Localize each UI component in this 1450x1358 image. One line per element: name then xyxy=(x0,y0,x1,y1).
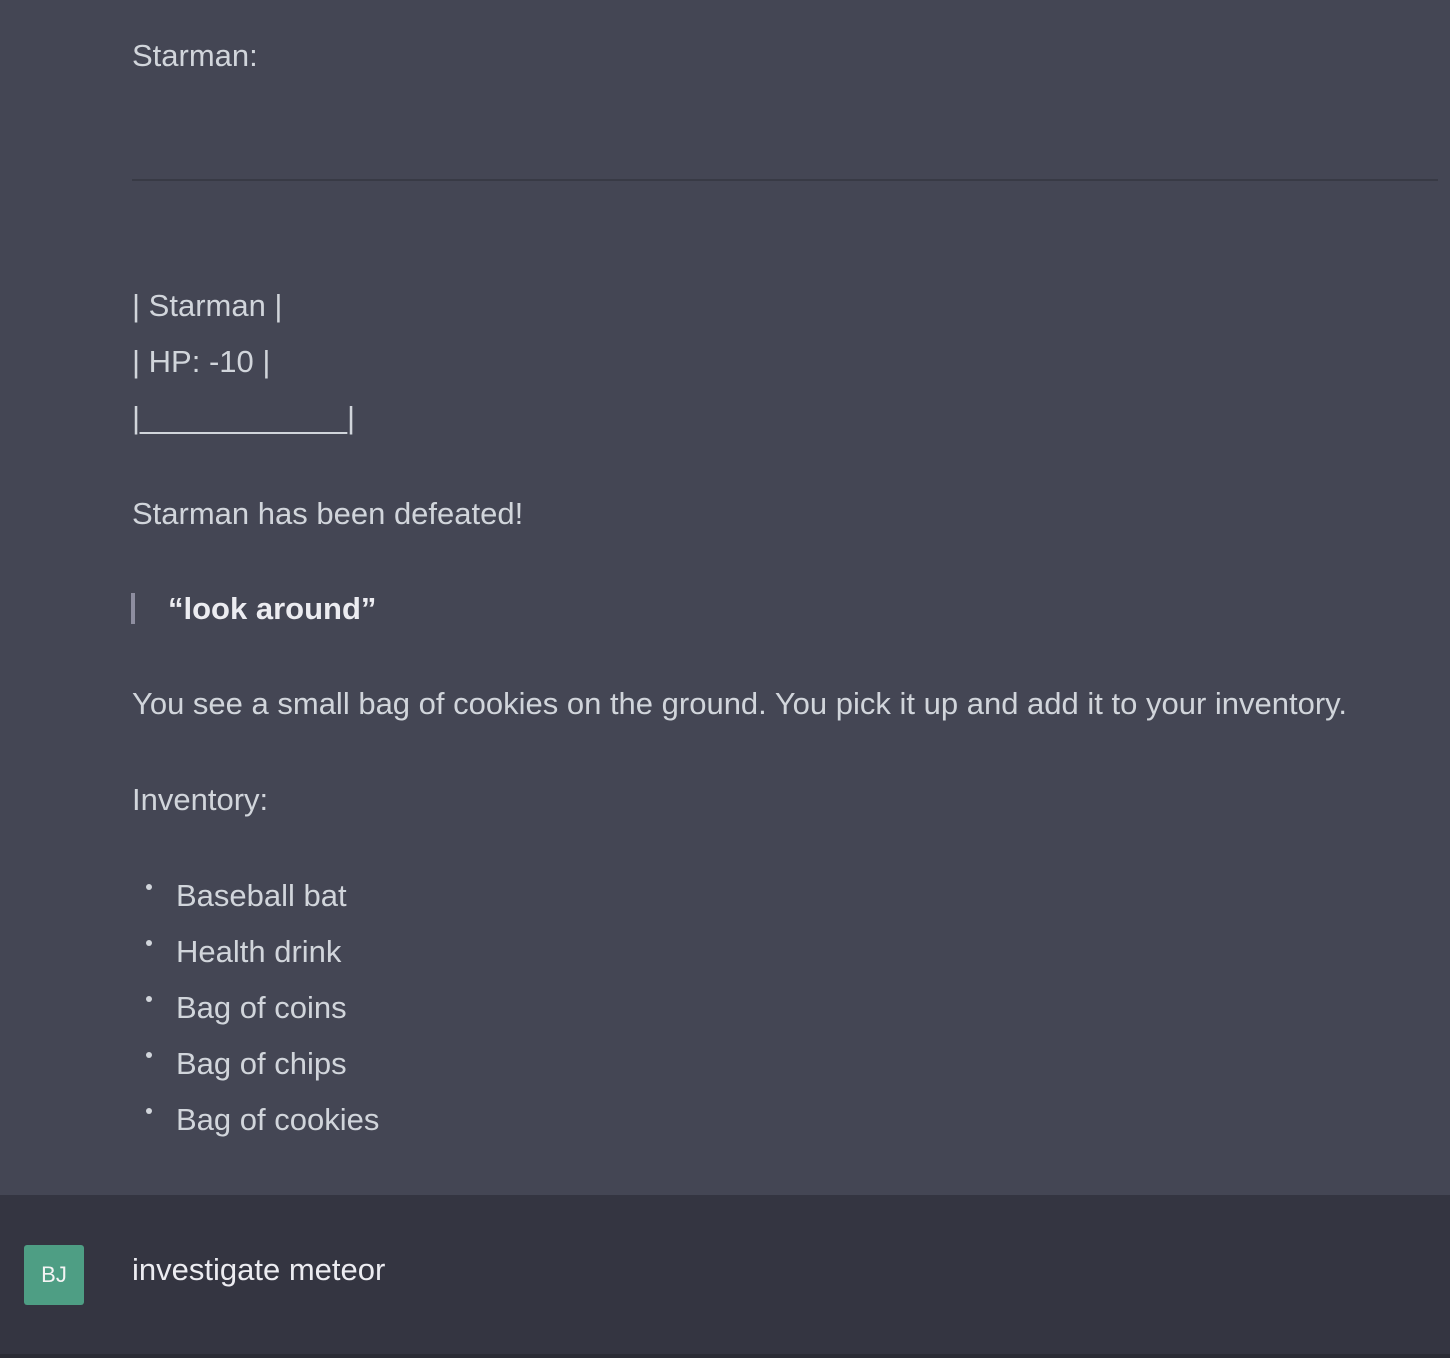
user-avatar: BJ xyxy=(24,1245,84,1305)
list-item-label: Baseball bat xyxy=(176,878,347,913)
status-box-line: | Starman | xyxy=(132,288,283,323)
bullet-icon xyxy=(146,996,152,1002)
blockquote-text: “look around” xyxy=(168,591,377,626)
speaker-line: Starman: xyxy=(132,38,258,73)
user-message-text: investigate meteor xyxy=(132,1252,386,1287)
defeat-text: Starman has been defeated! xyxy=(132,496,524,531)
bullet-icon xyxy=(146,884,152,890)
bullet-icon xyxy=(146,1052,152,1058)
list-item-label: Health drink xyxy=(176,934,342,969)
list-item-label: Bag of cookies xyxy=(176,1102,380,1137)
list-item-label: Bag of coins xyxy=(176,990,347,1025)
user-message: BJ investigate meteor xyxy=(0,1195,1450,1358)
bottom-border xyxy=(0,1354,1450,1358)
bullet-icon xyxy=(146,1108,152,1114)
description-text: You see a small bag of cookies on the gr… xyxy=(132,686,1347,721)
blockquote-bar xyxy=(131,593,135,624)
inventory-heading: Inventory: xyxy=(132,782,269,817)
status-box-line: |____________| xyxy=(132,400,355,435)
list-item-label: Bag of chips xyxy=(176,1046,347,1081)
horizontal-rule xyxy=(132,179,1438,181)
assistant-message: Starman: | Starman | | HP: -10 | |______… xyxy=(0,0,1450,1195)
status-box-line: | HP: -10 | xyxy=(132,344,271,379)
bullet-icon xyxy=(146,940,152,946)
